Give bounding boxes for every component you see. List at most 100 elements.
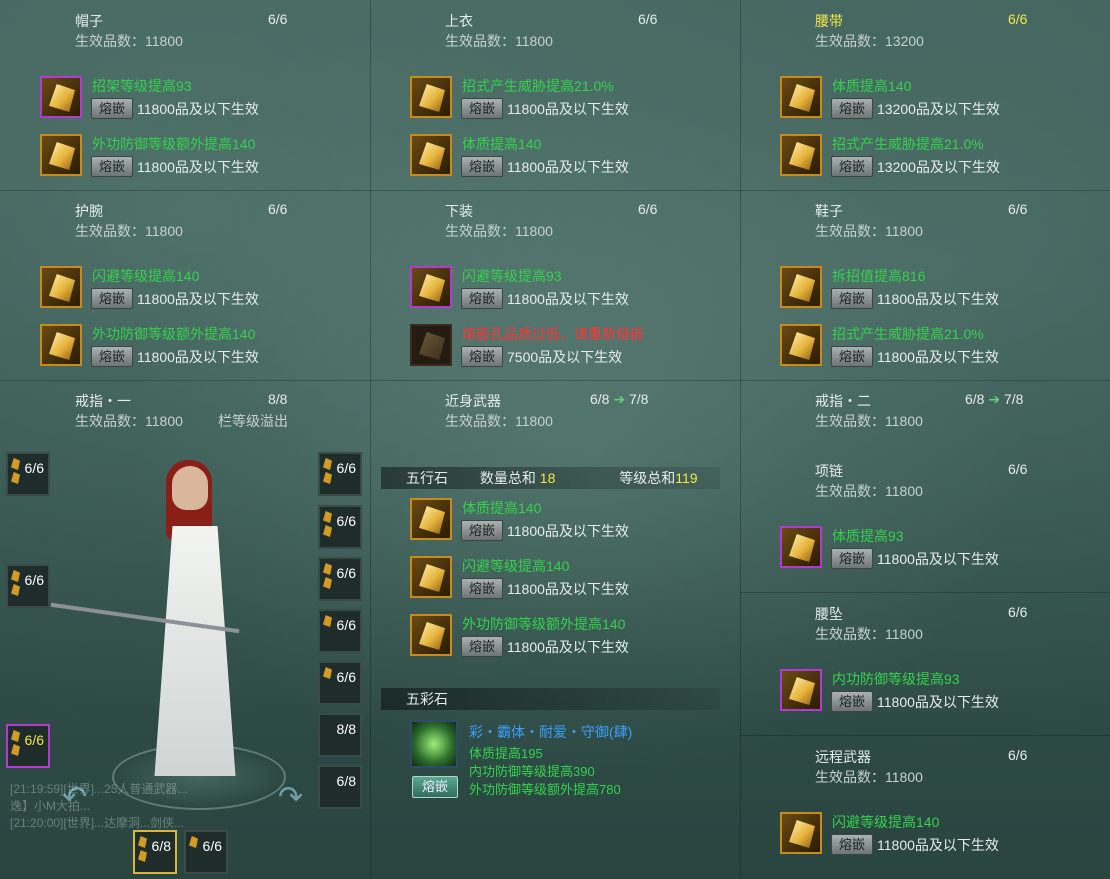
rongqian-button[interactable]: 熔嵌: [91, 346, 133, 367]
slot-name: 戒指・一: [75, 393, 131, 409]
gem-row: 招式产生威胁提高21.0% 熔嵌 13200品及以下生效: [780, 134, 1100, 182]
slot-level: 生效品数：11800: [75, 223, 183, 239]
equip-slot-count: 8/8: [336, 721, 356, 737]
gem-icon-gold[interactable]: [780, 324, 822, 366]
slot-count: 6/6: [1008, 604, 1028, 620]
rongqian-button[interactable]: 熔嵌: [91, 288, 133, 309]
gem-icon-gold[interactable]: [780, 812, 822, 854]
slot-name: 戒指・二: [815, 393, 871, 409]
slot-count: 6/6: [1008, 747, 1028, 763]
gem-attr: 外功防御等级额外提高140: [92, 136, 256, 152]
color-stone-icon[interactable]: [410, 720, 458, 768]
rongqian-button[interactable]: 熔嵌: [831, 98, 873, 119]
gem-row: 闪避等级提高140 熔嵌 11800品及以下生效: [780, 812, 1100, 860]
rongqian-button[interactable]: 熔嵌: [461, 346, 503, 367]
gem-effect: 7500品及以下生效: [507, 349, 623, 365]
gem-icon-purple[interactable]: [40, 76, 82, 118]
rongqian-button[interactable]: 熔嵌: [831, 548, 873, 569]
equip-slot-count: 6/6: [336, 513, 356, 529]
equip-slot[interactable]: 6/6: [318, 505, 362, 549]
gem-row: 闪避等级提高140 熔嵌 11800品及以下生效: [40, 266, 360, 314]
gem-effect: 11800品及以下生效: [137, 349, 259, 365]
rongqian-button[interactable]: 熔嵌: [461, 288, 503, 309]
equip-slot[interactable]: 6/6: [318, 661, 362, 705]
rongqian-button[interactable]: 熔嵌: [412, 776, 458, 798]
gem-row: 闪避等级提高93 熔嵌 11800品及以下生效: [410, 266, 730, 314]
rongqian-button[interactable]: 熔嵌: [831, 834, 873, 855]
gem-icon-gold[interactable]: [780, 266, 822, 308]
gem-icon-gold[interactable]: [780, 134, 822, 176]
equip-slot-count: 6/8: [151, 838, 171, 854]
character-model[interactable]: [50, 460, 250, 796]
gem-icon-gold[interactable]: [780, 76, 822, 118]
equip-slot-count: 6/6: [202, 838, 222, 854]
slot-ranged-weapon: 远程武器 6/6 生效品数：11800 闪避等级提高140 熔嵌 11800品及…: [740, 736, 1110, 876]
gem-icon-purple[interactable]: [780, 526, 822, 568]
slot-belt: 腰带 6/6 生效品数：13200 体质提高140 熔嵌 13200品及以下生效…: [740, 0, 1110, 190]
gem-attr: 招架等级提高93: [92, 78, 192, 94]
equip-slot[interactable]: 6/6: [6, 452, 50, 496]
equip-slot-count: 6/6: [336, 669, 356, 685]
gem-attr: 外功防御等级额外提高140: [92, 326, 256, 342]
wucai-title: 五彩石: [406, 691, 448, 707]
gem-icon-gold[interactable]: [410, 76, 452, 118]
slot-level: 生效品数：11800: [815, 769, 923, 785]
equip-slot-count: 6/6: [24, 460, 44, 476]
slot-level: 生效品数：13200: [815, 33, 924, 49]
equip-slot[interactable]: 6/6: [184, 830, 228, 874]
slot-count: 6/6: [638, 201, 658, 217]
gem-row: 熔嵌孔品质过低，请重新熔嵌 熔嵌 7500品及以下生效: [410, 324, 730, 372]
slot-level: 生效品数：11800: [75, 33, 183, 49]
rongqian-button[interactable]: 熔嵌: [461, 578, 503, 599]
slot-count: 6/6: [1008, 11, 1028, 27]
gem-icon-gold[interactable]: [40, 324, 82, 366]
equip-slot[interactable]: 6/6: [318, 452, 362, 496]
gem-row: 外功防御等级额外提高140 熔嵌 11800品及以下生效: [410, 614, 730, 662]
gem-row: 招架等级提高93 熔嵌 11800品及以下生效: [40, 76, 360, 124]
equip-slot[interactable]: 6/6: [6, 724, 50, 768]
rongqian-button[interactable]: 熔嵌: [831, 288, 873, 309]
rongqian-button[interactable]: 熔嵌: [91, 156, 133, 177]
gem-effect: 11800品及以下生效: [877, 551, 999, 567]
qty-value: 18: [539, 470, 556, 486]
slot-count: 6/6: [1008, 201, 1028, 217]
equip-slot-count: 6/6: [336, 460, 356, 476]
gem-effect: 11800品及以下生效: [507, 581, 629, 597]
rongqian-button[interactable]: 熔嵌: [91, 98, 133, 119]
rongqian-button[interactable]: 熔嵌: [831, 156, 873, 177]
gem-row: 拆招值提高816 熔嵌 11800品及以下生效: [780, 266, 1100, 314]
gem-effect: 11800品及以下生效: [507, 291, 629, 307]
equip-slot[interactable]: 6/6: [318, 557, 362, 601]
slot-name: 项链: [815, 463, 843, 479]
rongqian-button[interactable]: 熔嵌: [461, 156, 503, 177]
slot-level: 生效品数：11800: [815, 413, 923, 429]
gem-icon-gold[interactable]: [410, 614, 452, 656]
slot-coat: 上衣 6/6 生效品数：11800 招式产生威胁提高21.0% 熔嵌 11800…: [370, 0, 740, 190]
rongqian-button[interactable]: 熔嵌: [461, 520, 503, 541]
gem-warning: 熔嵌孔品质过低，请重新熔嵌: [462, 326, 644, 342]
gem-attr: 闪避等级提高140: [92, 268, 200, 284]
equip-slot[interactable]: 8/8: [318, 713, 362, 757]
slot-count-upgrade: 6/8 ➔ 7/8: [590, 391, 648, 408]
rongqian-button[interactable]: 熔嵌: [461, 636, 503, 657]
equip-slot[interactable]: 6/6: [6, 564, 50, 608]
gem-icon-gold[interactable]: [40, 266, 82, 308]
equip-slot[interactable]: 6/8: [133, 830, 177, 874]
gem-icon-gold[interactable]: [410, 134, 452, 176]
slot-name: 护腕: [75, 203, 103, 219]
gem-icon-gold[interactable]: [410, 498, 452, 540]
gem-icon-purple[interactable]: [780, 669, 822, 711]
rongqian-button[interactable]: 熔嵌: [461, 98, 503, 119]
equip-slot[interactable]: 6/6: [318, 609, 362, 653]
chat-line: [21:19:59][世界]...25人普通武器...: [10, 782, 188, 796]
rongqian-button[interactable]: 熔嵌: [831, 691, 873, 712]
gem-icon-dark[interactable]: [410, 324, 452, 366]
gem-icon-gold[interactable]: [40, 134, 82, 176]
gem-row: 体质提高93 熔嵌 11800品及以下生效: [780, 526, 1100, 574]
gem-icon-gold[interactable]: [410, 556, 452, 598]
rongqian-button[interactable]: 熔嵌: [831, 346, 873, 367]
gem-effect: 11800品及以下生效: [877, 694, 999, 710]
gem-row: 外功防御等级额外提高140 熔嵌 11800品及以下生效: [40, 134, 360, 182]
gem-icon-purple[interactable]: [410, 266, 452, 308]
gem-effect: 11800品及以下生效: [507, 101, 629, 117]
